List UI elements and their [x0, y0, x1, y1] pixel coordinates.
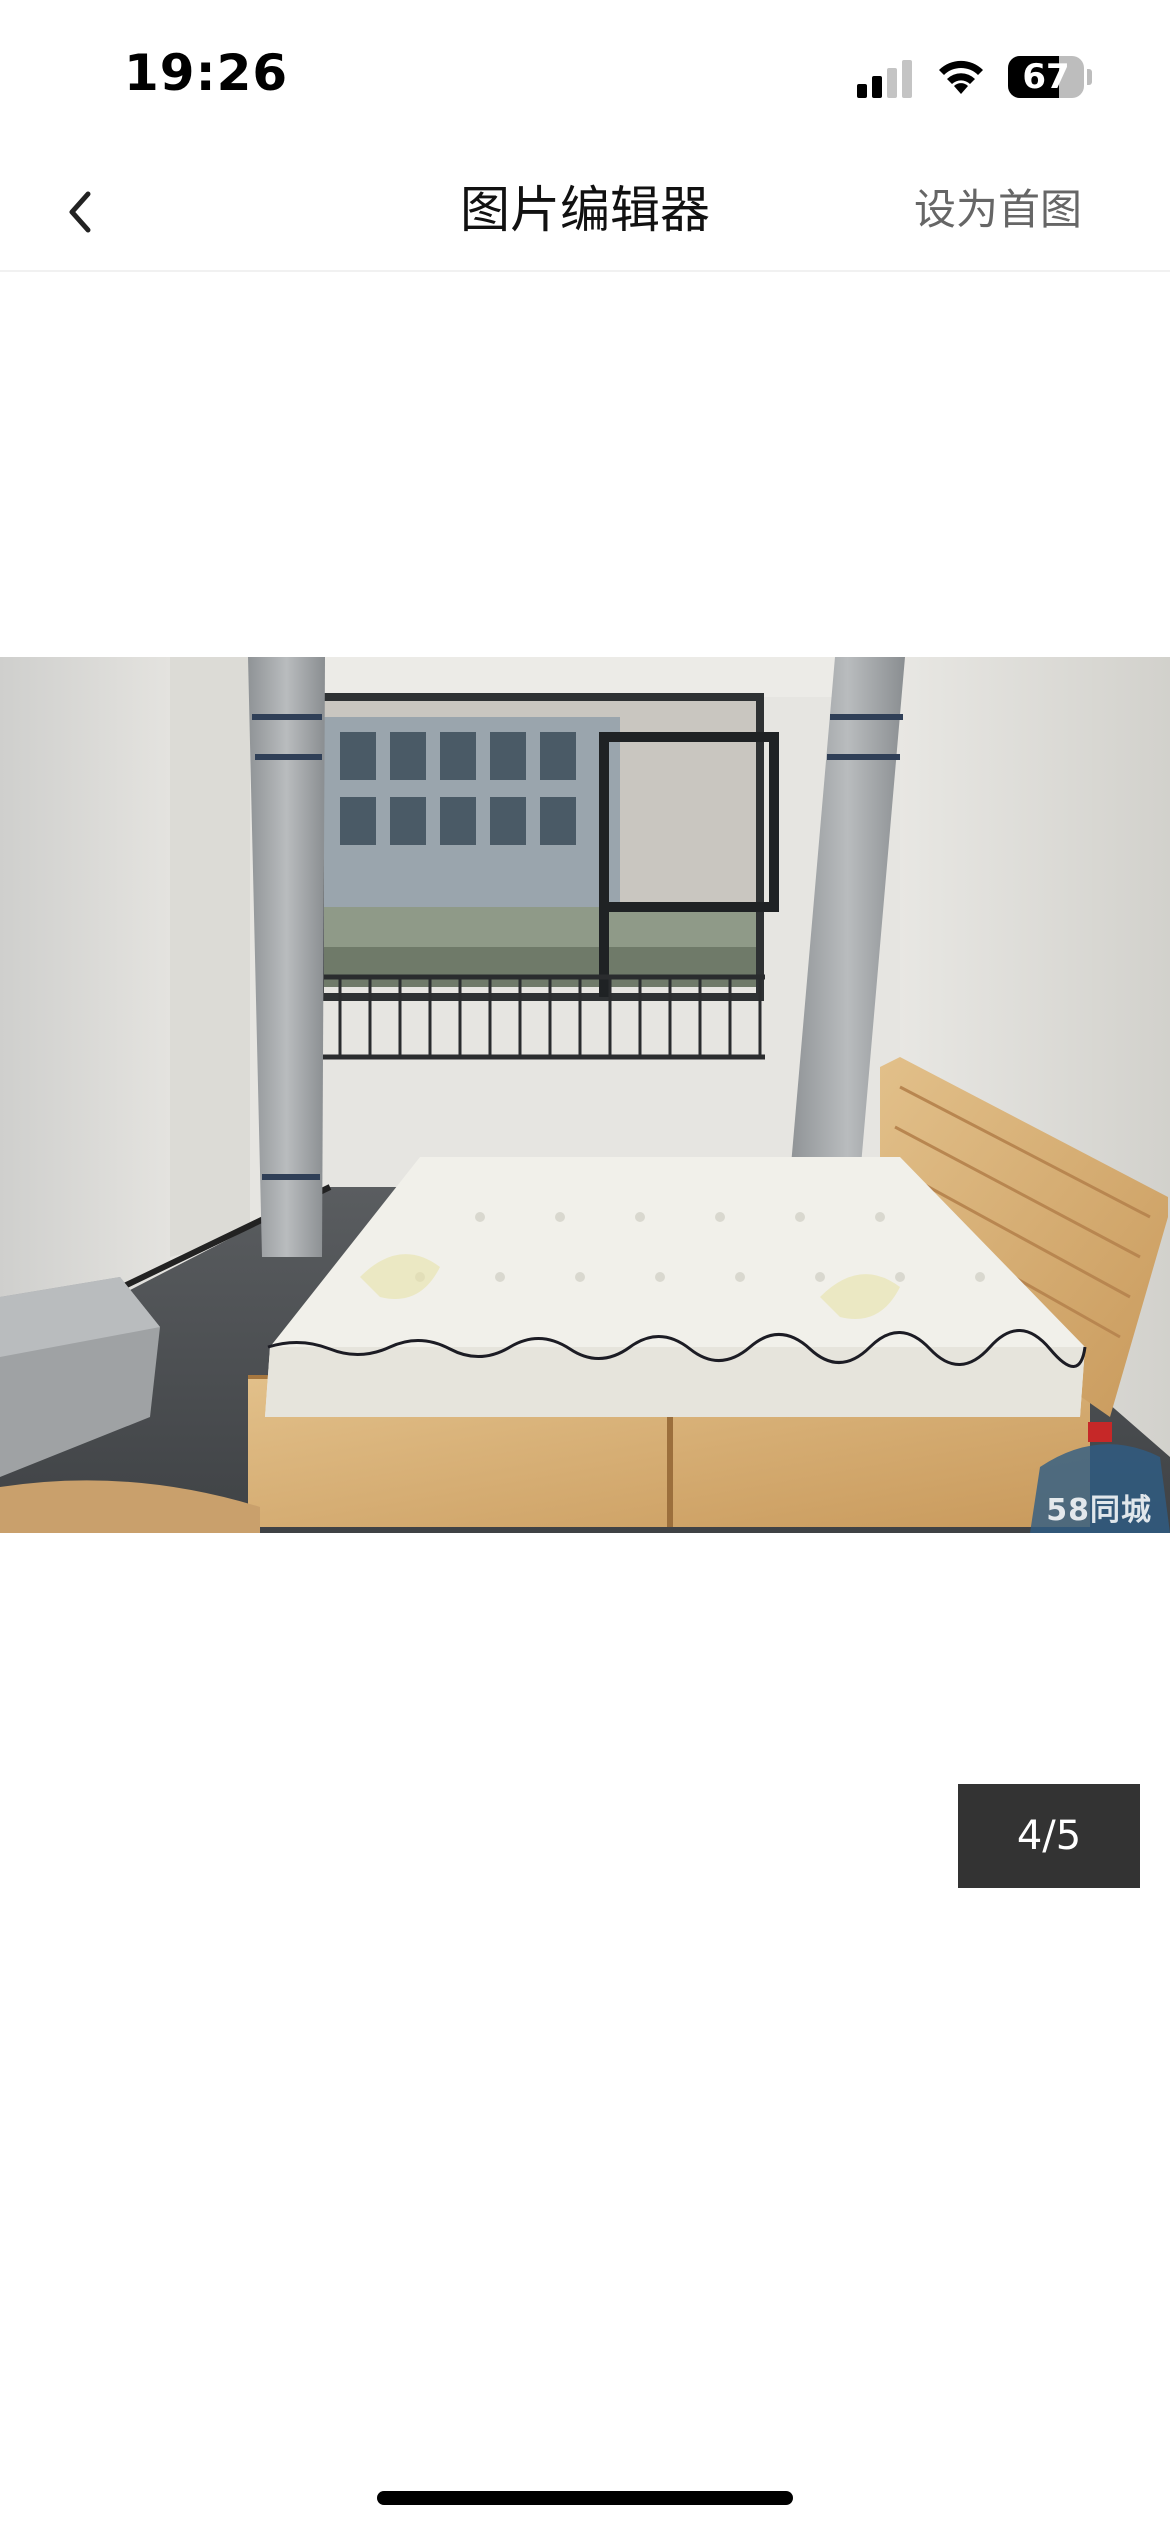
back-button[interactable]: [40, 172, 120, 252]
photo-illustration: [0, 657, 1170, 1533]
page-title: 图片编辑器: [460, 181, 710, 239]
image-editor-screen: 19:26 67 图片编辑器 设为首图 58同城 4/5: [0, 0, 1170, 2532]
chevron-left-icon: [69, 191, 91, 233]
battery-level: 67: [1022, 57, 1070, 97]
nav-bar: 图片编辑器 设为首图: [0, 150, 1170, 272]
page-counter: 4/5: [958, 1784, 1140, 1888]
status-bar: 19:26 67: [0, 0, 1170, 150]
signal-icon: [857, 60, 912, 98]
set-cover-button[interactable]: 设为首图: [914, 172, 1082, 248]
bedroom-photo[interactable]: 58同城: [0, 657, 1170, 1533]
wifi-icon: [939, 60, 983, 94]
home-indicator[interactable]: [377, 2491, 793, 2505]
watermark: 58同城: [1046, 1493, 1152, 1528]
status-time: 19:26: [124, 44, 289, 102]
battery-icon: 67: [1008, 56, 1092, 98]
